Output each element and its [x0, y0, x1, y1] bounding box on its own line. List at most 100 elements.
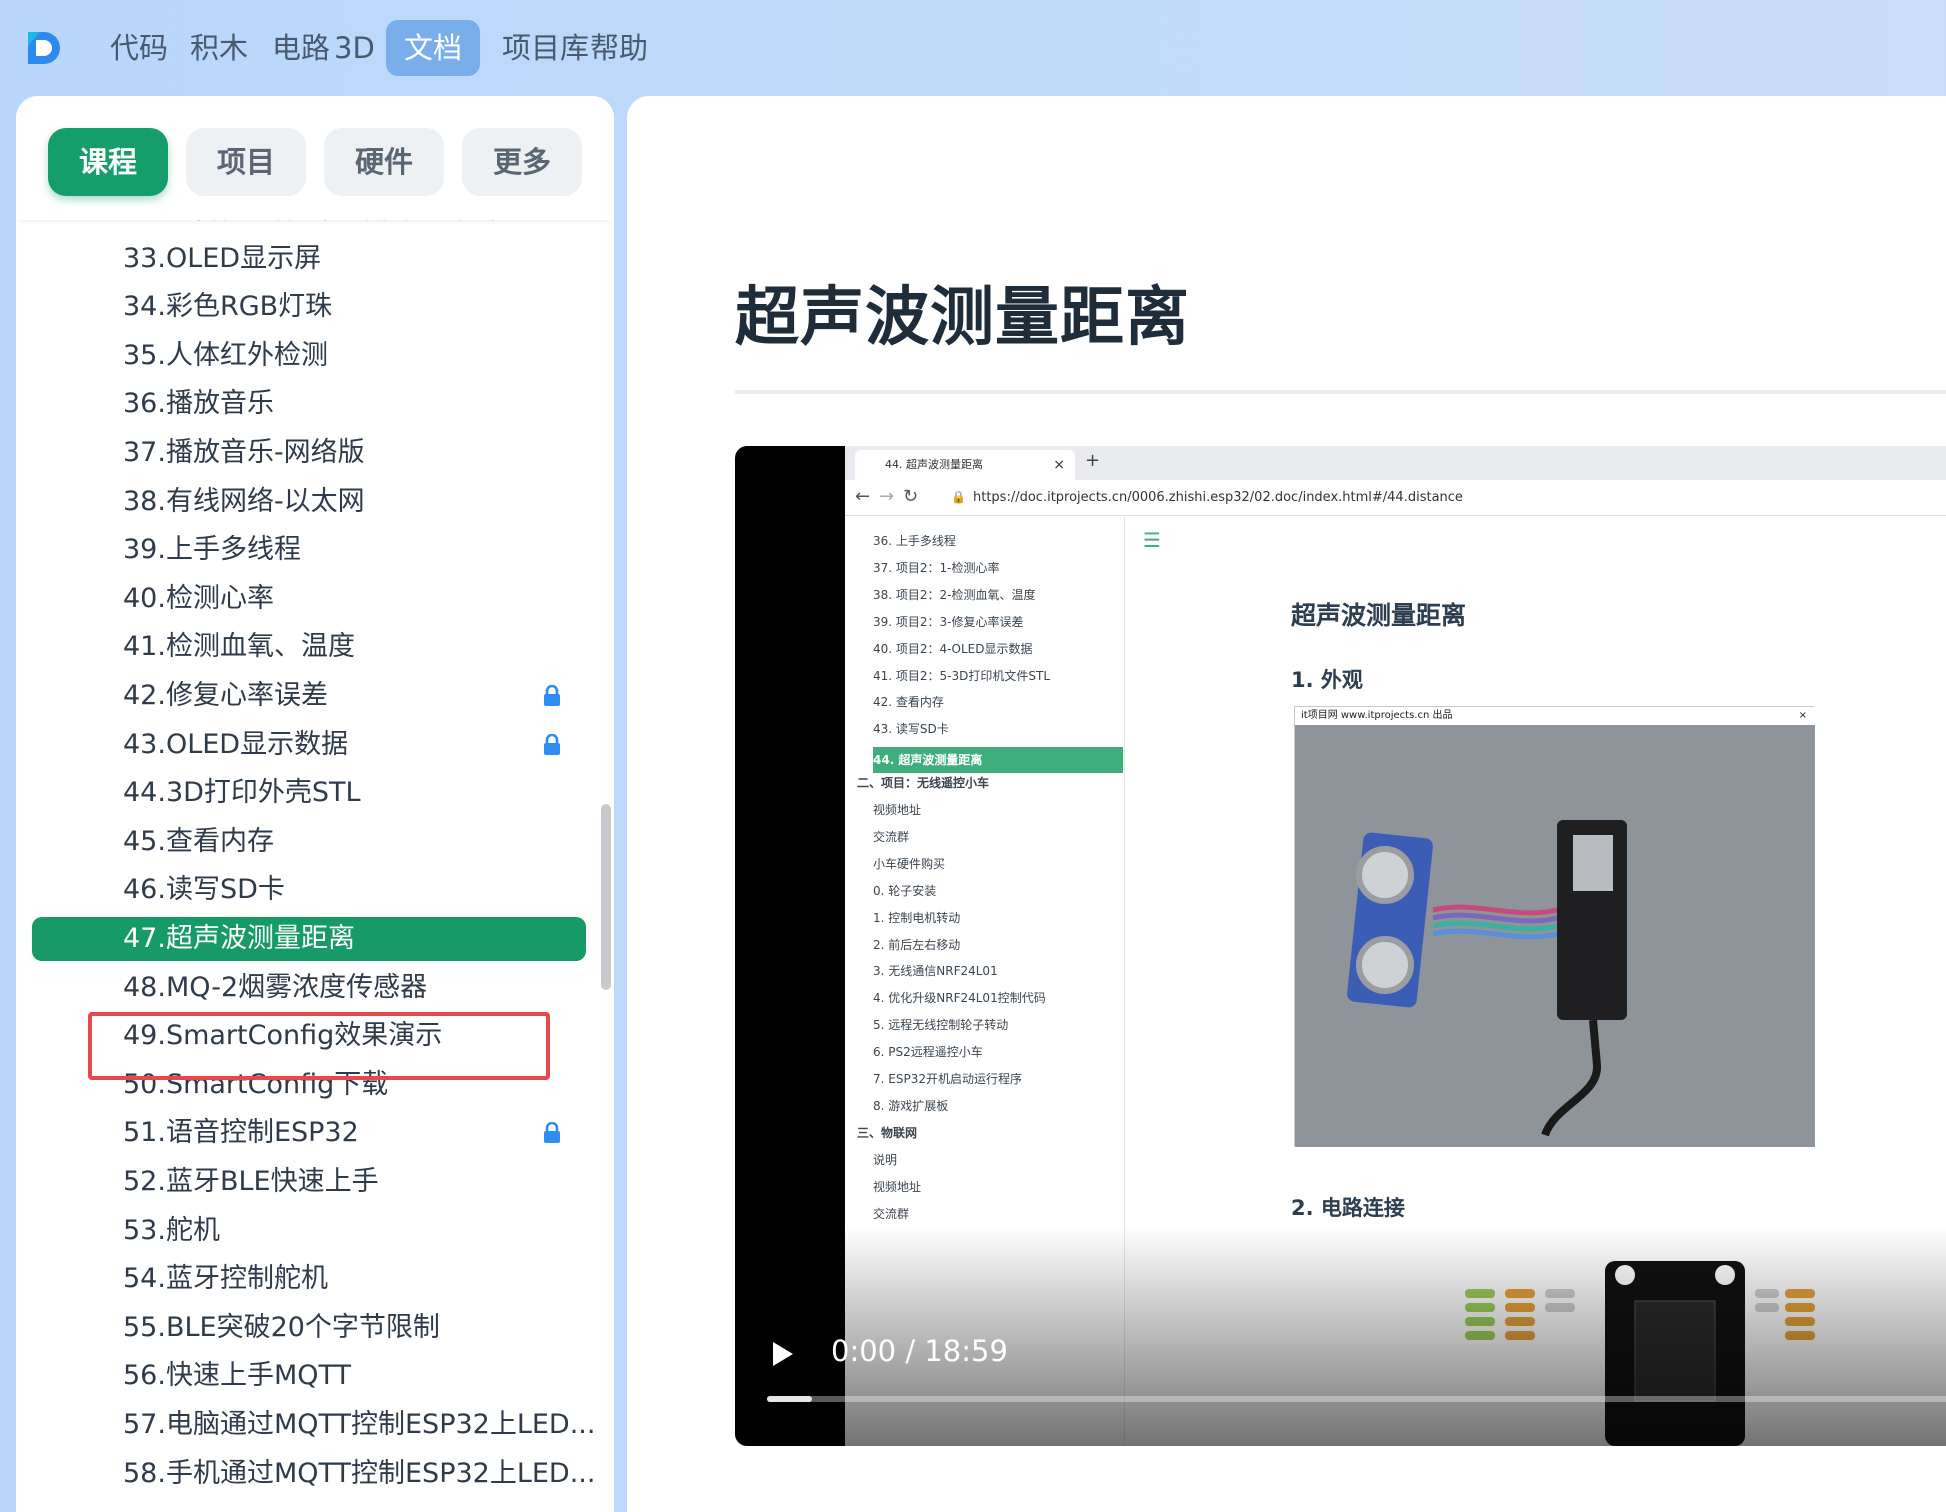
course-item-label: 40.检测心率 — [123, 582, 274, 614]
doc-nav-item: 说明 — [873, 1152, 898, 1167]
course-item-label: 54.蓝牙控制舵机 — [123, 1263, 328, 1295]
course-list-item[interactable]: 39.上手多线程 — [16, 526, 614, 574]
course-list-item[interactable]: 37.播放音乐-网络版 — [16, 429, 614, 477]
tab-projects[interactable]: 项目 — [186, 128, 306, 196]
course-item-label: 41.检测血氧、温度 — [123, 631, 355, 663]
course-list-item[interactable]: 43.OLED显示数据 — [16, 721, 614, 769]
course-list-item[interactable]: 55.BLE突破20个字节限制 — [16, 1304, 614, 1352]
close-icon: × — [1053, 457, 1065, 473]
course-list-item[interactable]: 40.检测心率 — [16, 575, 614, 623]
course-list-item[interactable]: 41.检测血氧、温度 — [16, 623, 614, 671]
url-text: https://doc.itprojects.cn/0006.zhishi.es… — [973, 490, 1463, 505]
lock-icon: 🔒 — [951, 490, 966, 504]
course-list-item[interactable]: 36.播放音乐 — [16, 380, 614, 428]
course-item-label: 32.声音传感器（终端回调函数） — [123, 220, 517, 234]
page-title: 超声波测量距离 — [735, 281, 1190, 355]
doc-nav-item: 6. PS2远程遥控小车 — [873, 1045, 983, 1060]
course-list: 32.声音传感器（终端回调函数） 33.OLED显示屏 34.彩色RGB灯珠 35.人… — [16, 220, 614, 1512]
browser-tab-strip: 44. 超声波测量距离 × + — [845, 446, 1946, 480]
course-list-item[interactable]: 56.快速上手MQTT — [16, 1352, 614, 1400]
course-item-label: 51.语音控制ESP32 — [123, 1117, 359, 1149]
doc-nav-item: 39. 项目2：3-修复心率误差 — [873, 614, 1024, 629]
course-list-item[interactable]: 52.蓝牙BLE快速上手 — [16, 1158, 614, 1206]
video-progress-bar[interactable] — [767, 1396, 1946, 1402]
course-panel: 课程 项目 硬件 更多 32.声音传感器（终端回调函数） 33.OLED显示屏 34… — [16, 96, 614, 1512]
course-list-item[interactable]: 45.查看内存 — [16, 818, 614, 866]
nav-item-4[interactable]: 文档 — [386, 20, 481, 76]
nav-item-6[interactable]: 帮助 — [572, 20, 666, 76]
course-item-label: 33.OLED显示屏 — [123, 242, 322, 274]
doc-nav-item: 7. ESP32开机启动运行程序 — [873, 1072, 1022, 1086]
course-item-label: 45.查看内存 — [123, 825, 274, 857]
play-icon[interactable] — [773, 1342, 793, 1366]
doc-nav-item: 37. 项目2：1-检测心率 — [873, 560, 1000, 575]
scrollbar-thumb[interactable] — [601, 804, 611, 990]
doc-nav-item: 8. 游戏扩展板 — [873, 1098, 949, 1113]
photo-caption-bar: it项目网 www.itprojects.cn 出品 × — [1295, 707, 1815, 725]
doc-nav-item: 交流群 — [873, 1206, 910, 1221]
doc-heading: 超声波测量距离 — [1291, 601, 1467, 630]
doc-nav-item: 1. 控制电机转动 — [873, 910, 961, 925]
course-list-item[interactable]: 57.电脑通过MQTT控制ESP32上LED... — [16, 1401, 614, 1449]
doc-nav-item: 5. 远程无线控制轮子转动 — [873, 1018, 1009, 1033]
doc-nav-item: 44. 超声波测量距离 — [873, 747, 1123, 774]
browser-tab: 44. 超声波测量距离 × — [855, 450, 1075, 480]
doc-nav-item: 小车硬件购买 — [873, 856, 946, 871]
main-content: 超声波测量距离 44. 超声波测量距离 × + ← → ↻ 🔒 https://… — [627, 96, 1946, 1512]
course-list-item[interactable]: 33.OLED显示屏 — [16, 235, 614, 283]
app-logo-icon[interactable] — [24, 30, 64, 66]
doc-nav-item: 38. 项目2：2-检测血氧、温度 — [873, 587, 1036, 602]
course-list-item[interactable]: 44.3D打印外壳STL — [16, 769, 614, 817]
course-item-label: 56.快速上手MQTT — [123, 1360, 351, 1392]
doc-nav-item: 3. 无线通信NRF24L01 — [873, 964, 998, 979]
lock-icon — [544, 1122, 560, 1144]
tab-more[interactable]: 更多 — [462, 128, 582, 196]
course-item-label: 58.手机通过MQTT控制ESP32上LED... — [123, 1457, 596, 1489]
course-list-item[interactable]: 32.声音传感器（终端回调函数） — [16, 220, 614, 234]
doc-nav-item: 43. 读写SD卡 — [873, 722, 949, 737]
doc-subheading-appearance: 1. 外观 — [1291, 668, 1363, 692]
doc-nav-item: 4. 优化升级NRF24L01控制代码 — [873, 991, 1046, 1006]
course-item-label: 36.播放音乐 — [123, 388, 274, 420]
course-item-label: 44.3D打印外壳STL — [123, 777, 361, 809]
tab-hardware[interactable]: 硬件 — [324, 128, 444, 196]
doc-nav-item: 41. 项目2：5-3D打印机文件STL — [873, 668, 1051, 683]
category-tabs: 课程 项目 硬件 更多 — [16, 96, 614, 220]
reload-icon: ↻ — [903, 486, 919, 507]
course-item-label: 55.BLE突破20个字节限制 — [123, 1311, 440, 1343]
course-list-item[interactable]: 35.人体红外检测 — [16, 332, 614, 380]
course-item-label: 52.蓝牙BLE快速上手 — [123, 1166, 379, 1197]
course-list-item[interactable]: 53.舵机 — [16, 1207, 614, 1255]
video-time: 0:00 / 18:59 — [831, 1334, 1008, 1368]
photo-caption: it项目网 www.itprojects.cn 出品 — [1301, 710, 1453, 721]
nav-item-3[interactable]: 3D — [316, 20, 393, 76]
annotation-highlight-box — [88, 1012, 550, 1080]
doc-nav-item: 0. 轮子安装 — [873, 883, 937, 898]
back-icon: ← — [855, 486, 871, 507]
course-item-label: 43.OLED显示数据 — [123, 728, 349, 760]
close-icon: × — [1798, 710, 1807, 721]
course-list-item[interactable]: 47.超声波测量距离 — [16, 915, 614, 963]
nav-item-1[interactable]: 积木 — [172, 20, 266, 76]
course-item-label: 53.舵机 — [123, 1214, 220, 1246]
course-list-item[interactable]: 58.手机通过MQTT控制ESP32上LED... — [16, 1450, 614, 1498]
course-list-item[interactable]: 42.修复心率误差 — [16, 672, 614, 720]
course-list-item[interactable]: 34.彩色RGB灯珠 — [16, 283, 614, 331]
course-item-label: 34.彩色RGB灯珠 — [123, 291, 333, 323]
doc-nav-item: 36. 上手多线程 — [873, 534, 956, 548]
video-player[interactable]: 44. 超声波测量距离 × + ← → ↻ 🔒 https://doc.itpr… — [735, 446, 1946, 1446]
course-item-label: 39.上手多线程 — [123, 534, 301, 566]
course-list-item[interactable]: 46.读写SD卡 — [16, 866, 614, 914]
course-list-item[interactable]: 54.蓝牙控制舵机 — [16, 1255, 614, 1303]
course-item-label: 46.读写SD卡 — [123, 874, 285, 906]
course-list-item[interactable]: 38.有线网络-以太网 — [16, 478, 614, 526]
doc-nav-item: 视频地址 — [873, 1179, 922, 1194]
course-list-item[interactable]: 48.MQ-2烟雾浓度传感器 — [16, 964, 614, 1012]
video-progress-fill — [767, 1396, 812, 1402]
doc-nav-item: 三、物联网 — [857, 1125, 918, 1140]
sensor-photo: it项目网 www.itprojects.cn 出品 × — [1294, 706, 1815, 1147]
tab-courses[interactable]: 课程 — [48, 128, 168, 196]
browser-address-bar: ← → ↻ 🔒 https://doc.itprojects.cn/0006.z… — [845, 480, 1946, 516]
esp32-ultrasonic-illustration — [1295, 725, 1815, 1147]
course-list-item[interactable]: 51.语音控制ESP32 — [16, 1109, 614, 1157]
